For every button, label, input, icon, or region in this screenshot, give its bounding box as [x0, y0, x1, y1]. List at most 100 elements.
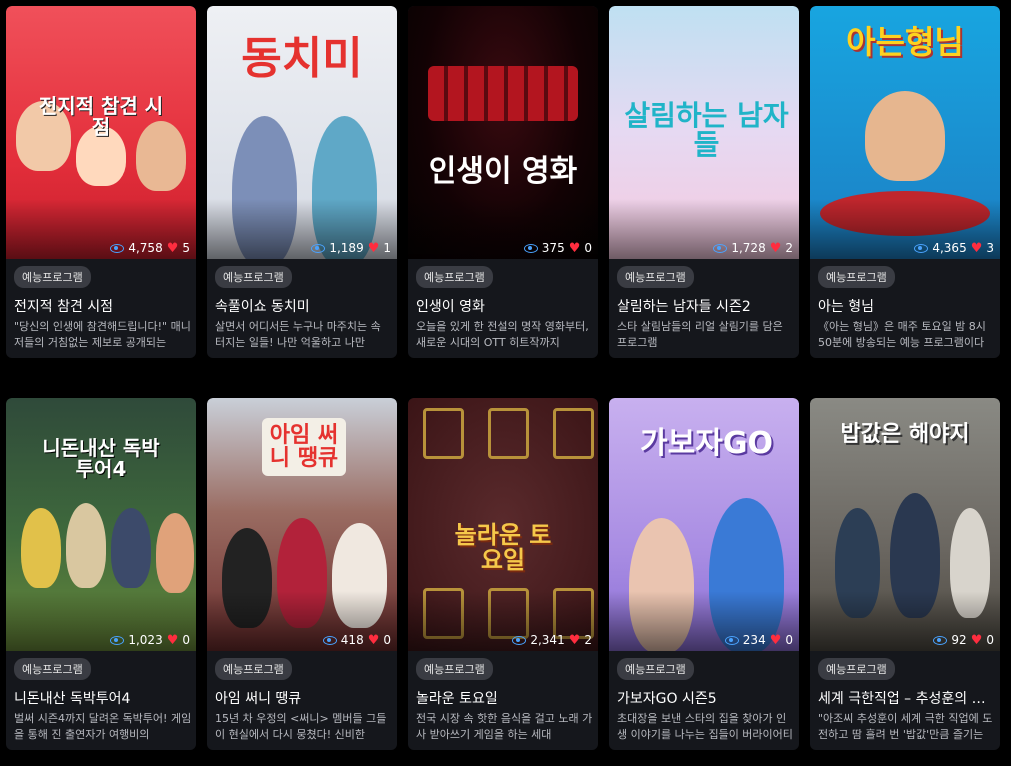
poster-stats: 92 ♥ 0	[933, 633, 994, 647]
program-card[interactable]: 놀라운 토요일 2,341 ♥ 2 예능프로그램 놀라운 토요일 전국 시장 속…	[408, 398, 598, 750]
category-badge: 예능프로그램	[818, 266, 895, 288]
category-badge: 예능프로그램	[617, 658, 694, 680]
poster[interactable]: 니돈내산 독박투어4 1,023 ♥ 0	[6, 398, 196, 651]
poster[interactable]: 놀라운 토요일 2,341 ♥ 2	[408, 398, 598, 651]
program-description: "아조씨 추성훈이 세계 극한 직업에 도전하고 땀 흘려 번 '밥값'만큼 즐…	[818, 712, 993, 741]
like-count: 0	[785, 633, 793, 647]
poster-stats: 375 ♥ 0	[523, 240, 592, 256]
poster-title: 동치미	[241, 33, 363, 84]
view-count: 1,023	[128, 633, 163, 647]
heart-icon: ♥	[970, 632, 983, 648]
program-card[interactable]: 아임 써니 땡큐 418 ♥ 0 예능프로그램 아임 써니 땡큐 15년 차 우…	[207, 398, 397, 750]
category-badge: 예능프로그램	[215, 266, 292, 288]
program-description: 살면서 어디서든 누구나 마주치는 속 터지는 일들! 나만 억울하고 나만	[215, 320, 381, 349]
eye-icon	[110, 243, 125, 253]
eye-icon	[512, 635, 527, 645]
eye-icon	[713, 243, 728, 253]
view-count: 234	[742, 633, 766, 647]
program-grid: 전지적 참견 시점 4,758 ♥ 5 예능프로그램 전지적 참견 시점 "당신…	[0, 0, 1011, 766]
program-card[interactable]: 살림하는 남자들 1,728 ♥ 2 예능프로그램 살림하는 남자들 시즌2 스…	[609, 6, 799, 358]
poster-title: 아는형님	[846, 23, 964, 61]
poster-title: 인생이 영화	[428, 154, 578, 189]
program-title[interactable]: 전지적 참견 시점	[14, 296, 192, 316]
poster[interactable]: 아는형님 4,365 ♥ 3	[810, 6, 1000, 259]
program-description: 벌써 시즌4까지 달려온 독박투어! 게임을 통해 진 출연자가 여행비의	[14, 712, 192, 741]
poster-stats: 4,758 ♥ 5	[110, 241, 190, 255]
view-count: 1,189	[329, 241, 364, 255]
category-badge: 예능프로그램	[818, 658, 895, 680]
heart-icon: ♥	[568, 240, 581, 256]
heart-icon: ♥	[568, 632, 581, 648]
program-card[interactable]: 아는형님 4,365 ♥ 3 예능프로그램 아는 형님 《아는 형님》은 매주 …	[810, 6, 1000, 358]
like-count: 0	[986, 633, 994, 647]
program-card[interactable]: 가보자GO 234 ♥ 0 예능프로그램 가보자GO 시즌5 초대장을 보낸 스…	[609, 398, 799, 750]
poster[interactable]: 가보자GO 234 ♥ 0	[609, 398, 799, 651]
view-count: 375	[541, 241, 565, 255]
poster-stats: 1,189 ♥ 1	[311, 241, 391, 255]
program-title[interactable]: 인생이 영화	[416, 296, 594, 316]
program-description: 전국 시장 속 핫한 음식을 걸고 노래 가사 받아쓰기 게임을 하는 세대	[416, 712, 593, 741]
poster-title: 밥값은 해야지	[840, 422, 970, 447]
like-count: 5	[182, 241, 190, 255]
poster[interactable]: 밥값은 해야지 92 ♥ 0	[810, 398, 1000, 651]
category-badge: 예능프로그램	[14, 266, 91, 288]
program-card[interactable]: 전지적 참견 시점 4,758 ♥ 5 예능프로그램 전지적 참견 시점 "당신…	[6, 6, 196, 358]
category-badge: 예능프로그램	[215, 658, 292, 680]
program-title[interactable]: 놀라운 토요일	[416, 688, 594, 708]
like-count: 2	[584, 633, 592, 647]
program-card[interactable]: 동치미 1,189 ♥ 1 예능프로그램 속풀이쇼 동치미 살면서 어디서든 누…	[207, 6, 397, 358]
poster[interactable]: 살림하는 남자들 1,728 ♥ 2	[609, 6, 799, 259]
poster-title: 전지적 참견 시점	[38, 94, 164, 139]
category-badge: 예능프로그램	[416, 658, 493, 680]
program-card[interactable]: 밥값은 해야지 92 ♥ 0 예능프로그램 세계 극한직업 – 추성훈의 밥값은…	[810, 398, 1000, 750]
eye-icon	[322, 635, 337, 645]
program-card[interactable]: 니돈내산 독박투어4 1,023 ♥ 0 예능프로그램 니돈내산 독박투어4 벌…	[6, 398, 196, 750]
program-title[interactable]: 니돈내산 독박투어4	[14, 688, 192, 708]
category-badge: 예능프로그램	[416, 266, 493, 288]
poster-title: 가보자GO	[640, 426, 773, 461]
heart-icon: ♥	[166, 632, 179, 648]
view-count: 1,728	[731, 241, 766, 255]
eye-icon	[523, 243, 538, 253]
program-title[interactable]: 가보자GO 시즌5	[617, 688, 795, 708]
view-count: 4,758	[128, 241, 163, 255]
heart-icon: ♥	[367, 632, 380, 648]
program-description: 15년 차 우정의 <써니> 멤버들 그들이 현실에서 다시 뭉쳤다! 신비한	[215, 712, 387, 741]
program-title[interactable]: 아는 형님	[818, 296, 996, 316]
poster-title: 놀라운 토요일	[454, 521, 552, 575]
program-description: 초대장을 보낸 스타의 집을 찾아가 인생 이야기를 나누는 집들이 버라이어티	[617, 712, 793, 741]
program-description: 《아는 형님》은 매주 토요일 밤 8시 50분에 방송되는 예능 프로그램이다	[818, 320, 986, 349]
program-title[interactable]: 속풀이쇼 동치미	[215, 296, 393, 316]
like-count: 2	[785, 241, 793, 255]
view-count: 4,365	[932, 241, 967, 255]
poster-stats: 1,728 ♥ 2	[713, 241, 793, 255]
poster-stats: 1,023 ♥ 0	[110, 633, 190, 647]
heart-icon: ♥	[166, 240, 179, 256]
like-count: 0	[383, 633, 391, 647]
poster-stats: 418 ♥ 0	[322, 632, 391, 648]
program-title[interactable]: 살림하는 남자들 시즌2	[617, 296, 795, 316]
poster-title: 아임 써니 땡큐	[262, 418, 346, 477]
poster-title: 살림하는 남자들	[624, 99, 789, 162]
heart-icon: ♥	[367, 240, 380, 256]
like-count: 0	[584, 241, 592, 255]
category-badge: 예능프로그램	[14, 658, 91, 680]
poster-stats: 234 ♥ 0	[724, 632, 793, 648]
poster[interactable]: 아임 써니 땡큐 418 ♥ 0	[207, 398, 397, 651]
heart-icon: ♥	[769, 632, 782, 648]
poster[interactable]: 전지적 참견 시점 4,758 ♥ 5	[6, 6, 196, 259]
program-description: 오늘을 있게 한 전설의 명작 영화부터, 새로운 시대의 OTT 히트작까지	[416, 320, 589, 349]
like-count: 1	[383, 241, 391, 255]
eye-icon	[724, 635, 739, 645]
poster-stats: 4,365 ♥ 3	[914, 241, 994, 255]
poster[interactable]: 인생이 영화 375 ♥ 0	[408, 6, 598, 259]
heart-icon: ♥	[970, 240, 983, 256]
view-count: 418	[340, 633, 364, 647]
program-title[interactable]: 아임 써니 땡큐	[215, 688, 393, 708]
program-card[interactable]: 인생이 영화 375 ♥ 0 예능프로그램 인생이 영화 오늘을 있게 한 전설…	[408, 6, 598, 358]
poster[interactable]: 동치미 1,189 ♥ 1	[207, 6, 397, 259]
heart-icon: ♥	[769, 240, 782, 256]
program-title[interactable]: 세계 극한직업 – 추성훈의 밥값은 해야지	[818, 688, 996, 708]
view-count: 92	[951, 633, 967, 647]
category-badge: 예능프로그램	[617, 266, 694, 288]
